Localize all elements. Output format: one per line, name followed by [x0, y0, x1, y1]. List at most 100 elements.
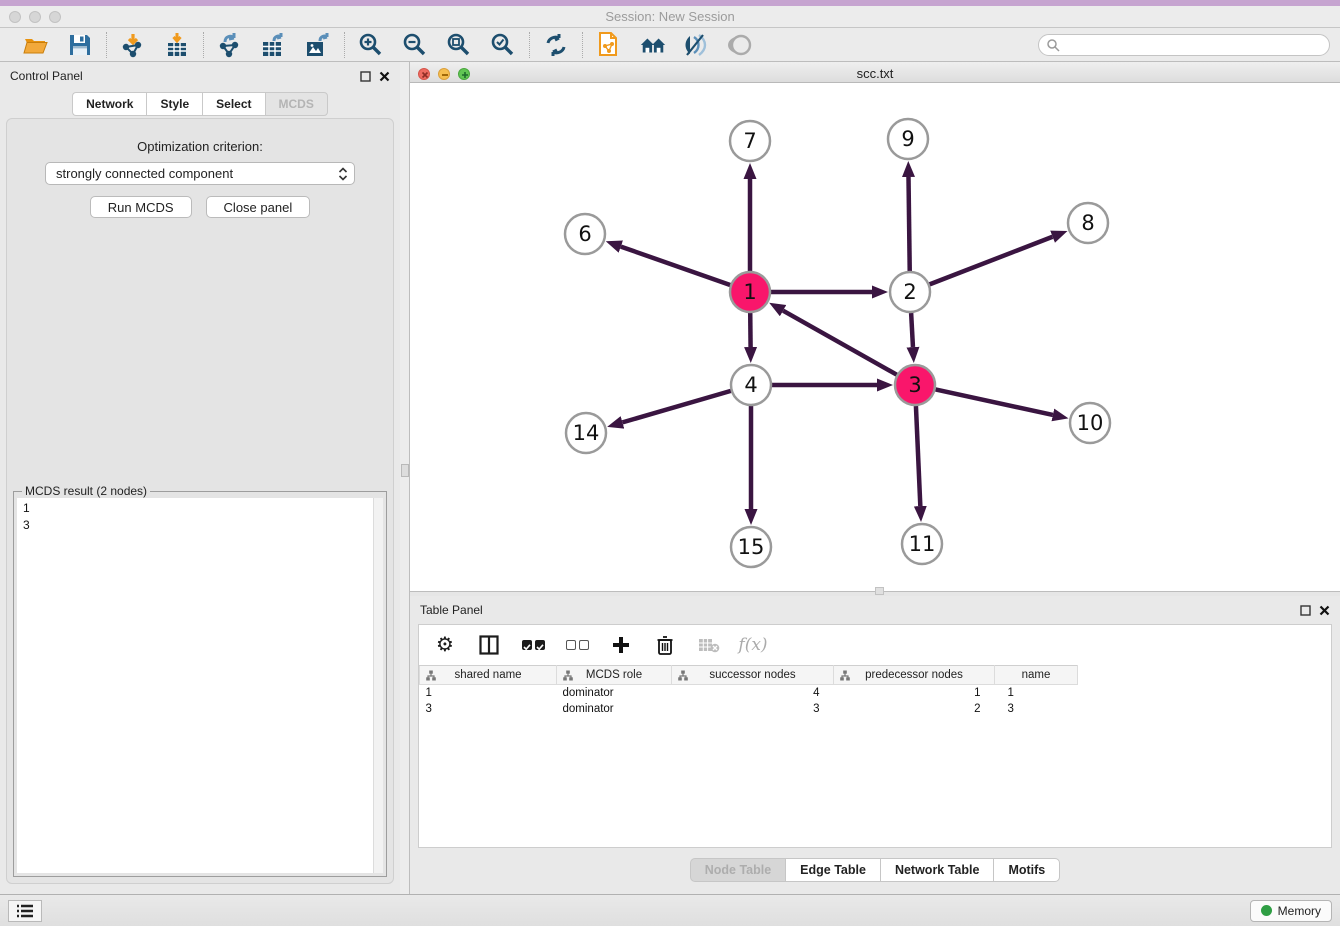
- column-layout-button[interactable]: [477, 633, 501, 657]
- tab-motifs[interactable]: Motifs: [993, 858, 1060, 882]
- node-2[interactable]: 2: [890, 272, 930, 312]
- edge-2-9[interactable]: [908, 177, 909, 271]
- network-graph[interactable]: 7 9 6 8 1 2 4 3 14 10 15 11: [410, 83, 1340, 588]
- node-14[interactable]: 14: [566, 413, 606, 453]
- tab-mcds[interactable]: MCDS: [265, 92, 328, 116]
- clone-network-button[interactable]: [595, 31, 623, 59]
- titlebar-accent-strip: [0, 0, 1340, 6]
- tab-select[interactable]: Select: [202, 92, 264, 116]
- import-table-button[interactable]: [163, 31, 191, 59]
- close-panel-button[interactable]: Close panel: [206, 196, 311, 218]
- node-11[interactable]: 11: [902, 524, 942, 564]
- edge-3-1[interactable]: [783, 311, 897, 375]
- column-header-successor-nodes[interactable]: successor nodes: [672, 666, 834, 685]
- table-cell[interactable]: 1: [834, 685, 995, 701]
- open-session-button[interactable]: [22, 31, 50, 59]
- svg-text:14: 14: [573, 421, 600, 445]
- delete-column-button[interactable]: [653, 633, 677, 657]
- node-6[interactable]: 6: [565, 214, 605, 254]
- refresh-view-button[interactable]: [542, 31, 570, 59]
- zoom-selected-button[interactable]: [489, 31, 517, 59]
- table-cell[interactable]: dominator: [557, 685, 672, 701]
- horizontal-splitter-handle[interactable]: [875, 587, 884, 595]
- edge-2-8[interactable]: [930, 237, 1053, 285]
- tab-edge-table[interactable]: Edge Table: [785, 858, 880, 882]
- float-table-panel-icon[interactable]: [1300, 605, 1311, 616]
- tab-network-table[interactable]: Network Table: [880, 858, 994, 882]
- table-settings-button[interactable]: ⚙: [433, 633, 457, 657]
- show-hide-details-button[interactable]: [683, 31, 711, 59]
- result-scrollbar[interactable]: [373, 498, 383, 873]
- save-session-button[interactable]: [66, 31, 94, 59]
- edge-4-14[interactable]: [622, 391, 730, 423]
- edge-2-3[interactable]: [911, 313, 913, 347]
- node-15[interactable]: 15: [731, 527, 771, 567]
- svg-text:15: 15: [738, 535, 765, 559]
- export-table-icon: [260, 32, 288, 58]
- task-history-button[interactable]: [8, 900, 42, 922]
- tab-style[interactable]: Style: [146, 92, 202, 116]
- table-cell[interactable]: 3: [420, 701, 557, 717]
- search-container: [1038, 34, 1330, 56]
- edge-3-10[interactable]: [936, 389, 1053, 414]
- node-10[interactable]: 10: [1070, 403, 1110, 443]
- add-column-button[interactable]: [609, 633, 633, 657]
- network-window-titlebar[interactable]: scc.txt: [410, 62, 1340, 83]
- search-input[interactable]: [1038, 34, 1330, 56]
- table-cell[interactable]: dominator: [557, 701, 672, 717]
- deselect-all-columns-button[interactable]: [565, 633, 589, 657]
- column-header-predecessor-nodes[interactable]: predecessor nodes: [834, 666, 995, 685]
- table-cell[interactable]: 1: [995, 685, 1078, 701]
- edge-3-11[interactable]: [916, 406, 920, 506]
- export-network-button[interactable]: [216, 31, 244, 59]
- table-row[interactable]: 1dominator411: [420, 685, 1078, 701]
- list-icon: [16, 904, 34, 918]
- export-image-button[interactable]: [304, 31, 332, 59]
- tab-network[interactable]: Network: [72, 92, 146, 116]
- optimization-criterion-select[interactable]: strongly connected component: [45, 162, 355, 185]
- home-view-button[interactable]: [639, 31, 667, 59]
- node-table-container: ⚙: [418, 624, 1332, 848]
- function-builder-button[interactable]: f(x): [741, 633, 765, 657]
- node-4[interactable]: 4: [731, 365, 771, 405]
- close-table-panel-icon[interactable]: [1319, 605, 1330, 616]
- mcds-result-area[interactable]: 13: [17, 498, 383, 873]
- svg-text:4: 4: [744, 373, 757, 397]
- network-canvas[interactable]: 7 9 6 8 1 2 4 3 14 10 15 11: [410, 83, 1340, 591]
- table-cell[interactable]: 2: [834, 701, 995, 717]
- vertical-splitter-handle[interactable]: [401, 464, 409, 477]
- table-cell[interactable]: 3: [995, 701, 1078, 717]
- column-header-label: predecessor nodes: [865, 669, 963, 681]
- close-panel-icon[interactable]: [379, 71, 390, 82]
- run-mcds-button[interactable]: Run MCDS: [90, 196, 192, 218]
- export-table-button[interactable]: [260, 31, 288, 59]
- tab-node-table[interactable]: Node Table: [690, 858, 785, 882]
- svg-text:8: 8: [1081, 211, 1094, 235]
- zoom-out-button[interactable]: [401, 31, 429, 59]
- zoom-in-icon: [358, 32, 384, 58]
- zoom-in-button[interactable]: [357, 31, 385, 59]
- import-network-button[interactable]: [119, 31, 147, 59]
- column-header-shared-name[interactable]: shared name: [420, 666, 557, 685]
- column-header-mcds-role[interactable]: MCDS role: [557, 666, 672, 685]
- table-cell[interactable]: 4: [672, 685, 834, 701]
- fx-icon: f(x): [738, 635, 767, 655]
- table-cell[interactable]: 1: [420, 685, 557, 701]
- memory-button[interactable]: Memory: [1250, 900, 1332, 922]
- birds-eye-view-button[interactable]: [727, 31, 755, 59]
- node-1[interactable]: 1: [730, 272, 770, 312]
- select-all-columns-button[interactable]: [521, 633, 545, 657]
- edge-1-6[interactable]: [621, 247, 730, 285]
- float-panel-icon[interactable]: [360, 71, 371, 82]
- node-7[interactable]: 7: [730, 121, 770, 161]
- vertical-splitter[interactable]: [400, 62, 410, 894]
- table-cell[interactable]: 3: [672, 701, 834, 717]
- delete-table-icon: [698, 637, 720, 653]
- column-header-name[interactable]: name: [995, 666, 1078, 685]
- node-9[interactable]: 9: [888, 119, 928, 159]
- node-3[interactable]: 3: [895, 365, 935, 405]
- node-8[interactable]: 8: [1068, 203, 1108, 243]
- table-row[interactable]: 3dominator323: [420, 701, 1078, 717]
- delete-table-button[interactable]: [697, 633, 721, 657]
- zoom-fit-button[interactable]: [445, 31, 473, 59]
